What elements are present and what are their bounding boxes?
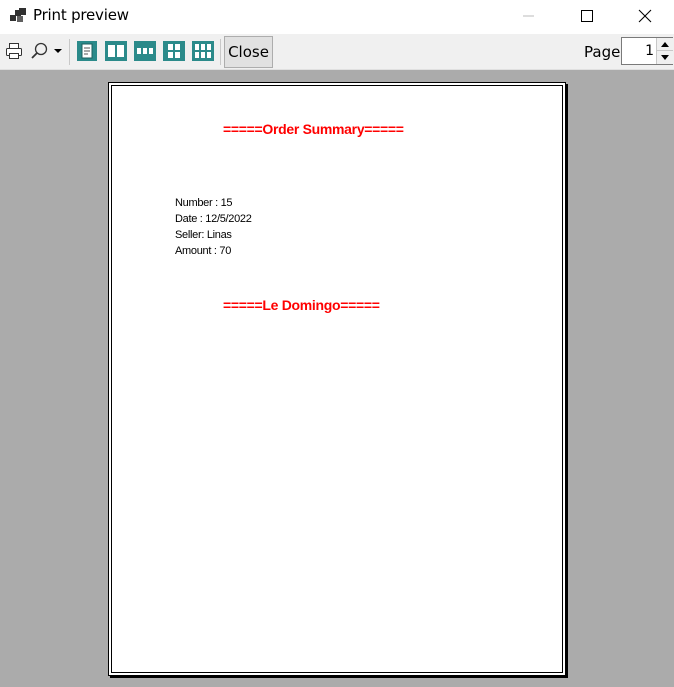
zoom-button[interactable] (29, 40, 65, 62)
one-page-button[interactable] (77, 40, 97, 62)
maximize-icon (581, 10, 593, 22)
page-up-button[interactable] (656, 38, 673, 51)
close-button[interactable]: Close (224, 36, 273, 68)
print-preview-app-icon (10, 8, 26, 24)
window-title: Print preview (33, 6, 129, 24)
two-pages-icon (105, 41, 127, 61)
magnifier-icon (31, 42, 48, 59)
six-pages-button[interactable] (192, 40, 214, 62)
minimize-button[interactable] (500, 0, 558, 32)
order-seller-line: Seller: Linas (175, 229, 232, 241)
minimize-icon (523, 15, 534, 17)
four-pages-icon (163, 41, 185, 61)
one-page-icon (77, 41, 97, 61)
four-pages-button[interactable] (163, 40, 185, 62)
page-border (111, 85, 563, 673)
six-pages-icon (192, 41, 214, 61)
page-label: Page (584, 43, 621, 61)
chevron-down-icon (54, 49, 62, 53)
toolbar-separator (69, 39, 70, 65)
page-down-button[interactable] (656, 51, 673, 64)
order-amount-line: Amount : 70 (175, 245, 232, 257)
close-window-button[interactable] (616, 0, 674, 32)
toolbar: Close Page (0, 34, 674, 70)
printer-icon (6, 43, 22, 59)
title-bar: Print preview (0, 0, 674, 34)
order-summary-heading: =====Order Summary===== (223, 121, 404, 137)
order-number-line: Number : 15 (175, 197, 233, 209)
preview-area[interactable]: =====Order Summary===== Number : 15 Date… (0, 70, 674, 687)
three-pages-icon (134, 41, 156, 61)
toolbar-separator (220, 39, 221, 65)
page-number-input[interactable] (622, 38, 656, 64)
order-details: Number : 15 Date : 12/5/2022 Seller: Lin… (175, 195, 252, 259)
page-number-spinner[interactable] (621, 37, 673, 65)
close-icon (638, 9, 652, 23)
maximize-button[interactable] (558, 0, 616, 32)
print-button[interactable] (4, 40, 24, 62)
chevron-up-icon (661, 41, 669, 47)
order-date-line: Date : 12/5/2022 (175, 213, 252, 225)
two-pages-button[interactable] (105, 40, 127, 62)
preview-page: =====Order Summary===== Number : 15 Date… (108, 82, 566, 676)
three-pages-button[interactable] (134, 40, 156, 62)
print-preview-window: Print preview Close Page 1 =====Order Su… (0, 0, 674, 687)
chevron-down-icon (661, 55, 669, 60)
footer-heading: =====Le Domingo===== (223, 297, 380, 313)
